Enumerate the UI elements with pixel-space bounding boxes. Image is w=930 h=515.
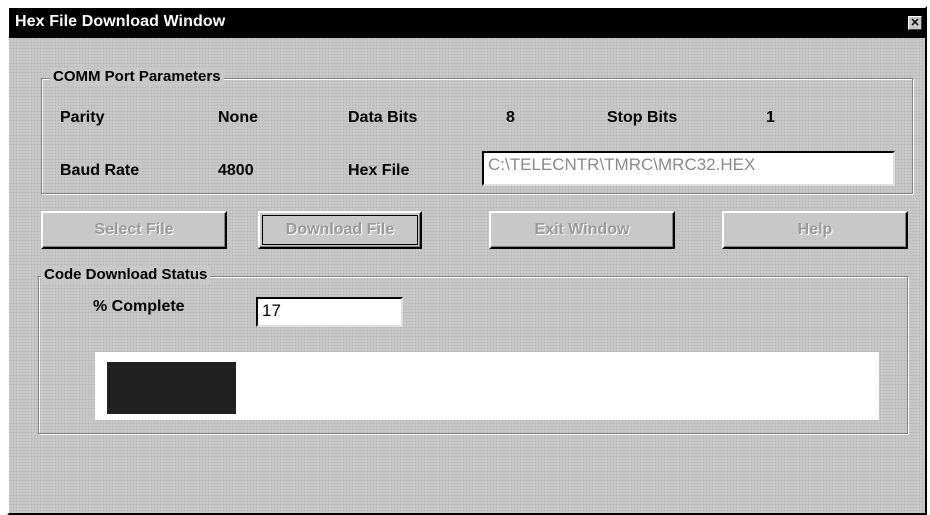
hex-download-window: Hex File Download Window ✕ COMM Port Par… — [7, 6, 927, 515]
download-progress-bar — [95, 352, 879, 420]
download-file-button[interactable]: Download File — [258, 211, 422, 249]
stop-bits-value: 1 — [766, 109, 775, 126]
window-title: Hex File Download Window — [15, 13, 226, 30]
percent-complete-field: 17 — [256, 297, 403, 327]
parity-label: Parity — [60, 109, 105, 126]
help-button[interactable]: Help — [722, 211, 908, 249]
baud-rate-label: Baud Rate — [60, 162, 140, 179]
hex-file-field[interactable]: C:\TELECNTR\TMRC\MRC32.HEX — [482, 151, 895, 186]
data-bits-value: 8 — [506, 109, 515, 126]
select-file-button[interactable]: Select File — [41, 211, 227, 249]
exit-window-button[interactable]: Exit Window — [489, 211, 675, 249]
percent-complete-label: % Complete — [93, 298, 185, 315]
download-progress-fill — [107, 362, 236, 414]
stop-bits-label: Stop Bits — [607, 109, 678, 126]
code-download-status-legend: Code Download Status — [41, 266, 211, 283]
data-bits-label: Data Bits — [348, 109, 418, 126]
comm-port-parameters-legend: COMM Port Parameters — [50, 68, 224, 85]
close-icon[interactable]: ✕ — [908, 16, 922, 30]
baud-rate-value: 4800 — [218, 162, 254, 179]
parity-value: None — [218, 109, 258, 126]
hex-file-label: Hex File — [348, 162, 410, 179]
title-bar[interactable]: Hex File Download Window ✕ — [9, 8, 925, 38]
